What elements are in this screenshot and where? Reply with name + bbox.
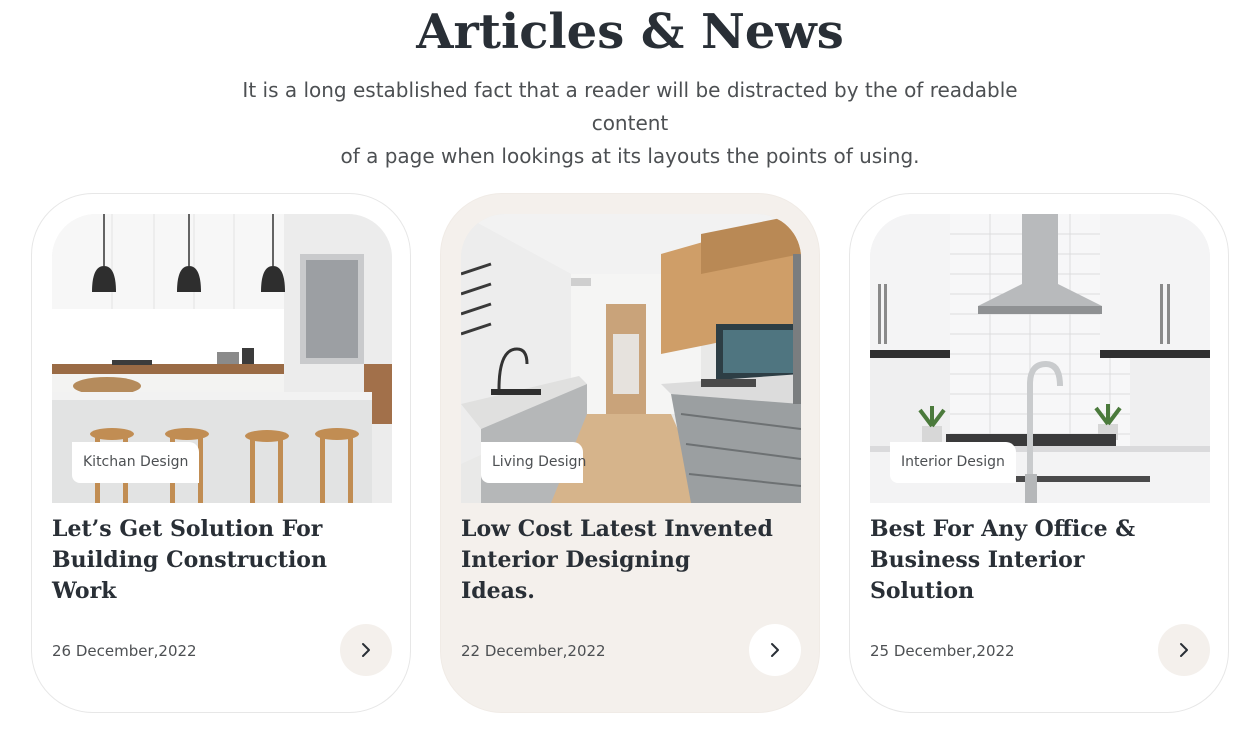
category-tag[interactable]: Interior Design — [890, 442, 1016, 483]
article-date: 25 December,2022 — [870, 642, 1015, 660]
article-card[interactable]: Kitchan Design Let’s Get Solution For Bu… — [31, 193, 411, 713]
article-date: 22 December,2022 — [461, 642, 606, 660]
chevron-right-icon — [362, 643, 370, 657]
article-card[interactable]: Interior Design Best For Any Office & Bu… — [849, 193, 1229, 713]
article-card[interactable]: Living Design Low Cost Latest Invented I… — [440, 193, 820, 713]
articles-grid: Kitchan Design Let’s Get Solution For Bu… — [0, 0, 1260, 754]
chevron-right-icon — [1180, 643, 1188, 657]
article-title[interactable]: Best For Any Office & Business Interior … — [870, 514, 1190, 607]
article-title[interactable]: Let’s Get Solution For Building Construc… — [52, 514, 372, 607]
article-date: 26 December,2022 — [52, 642, 197, 660]
category-tag[interactable]: Living Design — [481, 442, 586, 483]
read-more-button[interactable] — [749, 624, 801, 676]
article-image-interior[interactable]: Interior Design — [870, 214, 1210, 503]
chevron-right-icon — [771, 643, 779, 657]
article-image-living[interactable]: Living Design — [461, 214, 801, 503]
read-more-button[interactable] — [340, 624, 392, 676]
read-more-button[interactable] — [1158, 624, 1210, 676]
article-image-kitchen[interactable]: Kitchan Design — [52, 214, 392, 503]
article-title[interactable]: Low Cost Latest Invented Interior Design… — [461, 514, 781, 607]
category-tag[interactable]: Kitchan Design — [72, 442, 200, 483]
